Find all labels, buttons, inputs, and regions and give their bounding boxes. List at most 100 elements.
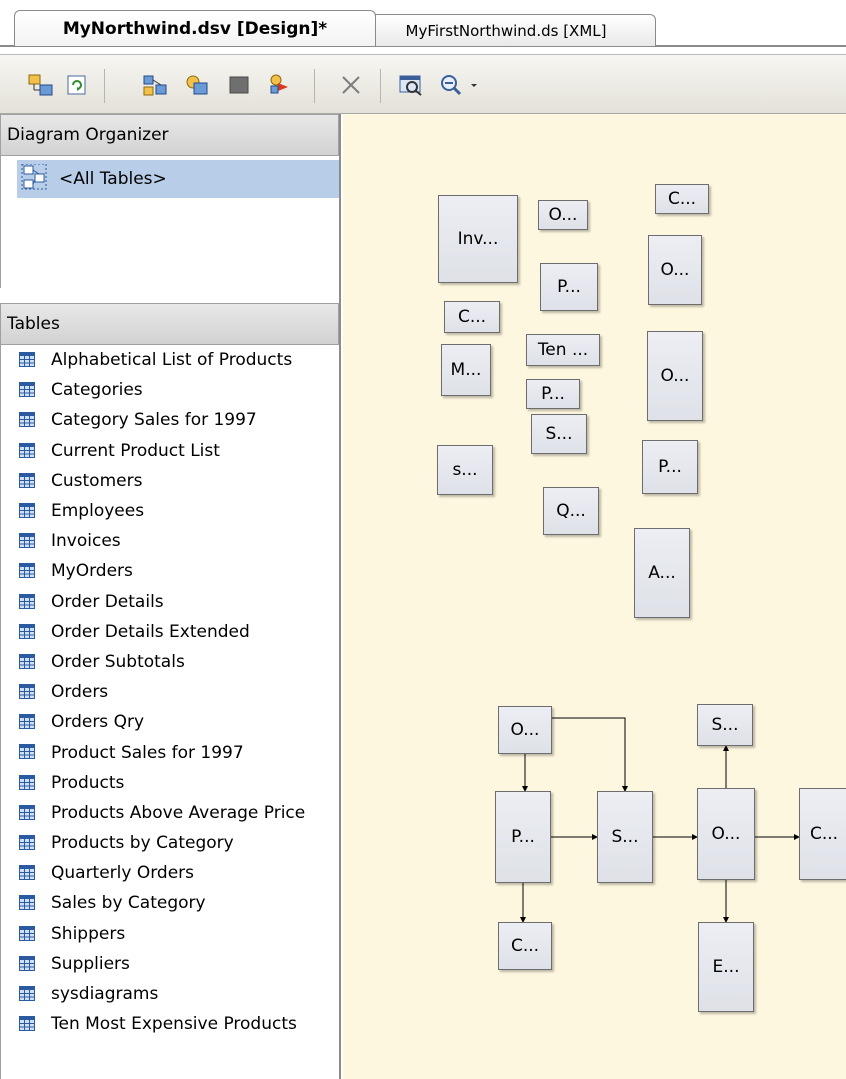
table-grid-icon <box>19 865 35 881</box>
refresh-icon[interactable] <box>62 70 92 100</box>
diagram-table-label: O... <box>711 824 741 844</box>
find-table-icon[interactable] <box>396 70 426 100</box>
diagram-table-p1[interactable]: P... <box>540 263 598 311</box>
diagram-table-label: P... <box>658 457 682 477</box>
diagram-table-p4[interactable]: P... <box>495 791 551 883</box>
diagram-item-label: <All Tables> <box>59 169 167 189</box>
diagram-table-c4[interactable]: C... <box>498 922 552 970</box>
table-list-item[interactable]: Sales by Category <box>1 888 339 918</box>
table-list-item-label: Current Product List <box>51 440 220 461</box>
new-relationship-icon[interactable] <box>224 70 254 100</box>
diagram-table-label: Inv... <box>457 229 499 249</box>
diagram-table-o1[interactable]: O... <box>538 200 588 230</box>
table-list-item-label: Product Sales for 1997 <box>51 742 244 763</box>
table-list-item[interactable]: sysdiagrams <box>1 979 339 1009</box>
table-grid-icon <box>19 533 35 549</box>
table-list-item-label: Alphabetical List of Products <box>51 350 293 371</box>
table-list-item[interactable]: Order Details <box>1 587 339 617</box>
table-list-item[interactable]: Suppliers <box>1 949 339 979</box>
diagram-table-c3[interactable]: C... <box>799 788 846 880</box>
table-list-item[interactable]: Customers <box>1 466 339 496</box>
table-list-item[interactable]: Current Product List <box>1 436 339 466</box>
diagram-table-o3[interactable]: O... <box>647 331 703 421</box>
table-list-item[interactable]: Ten Most Expensive Products <box>1 1009 339 1039</box>
diagram-table-a[interactable]: A... <box>634 528 690 618</box>
table-grid-icon <box>19 563 35 579</box>
table-list-item[interactable]: Quarterly Orders <box>1 858 339 888</box>
tab-design-view[interactable]: MyNorthwind.dsv [Design]* <box>14 10 376 46</box>
diagram-table-o5[interactable]: O... <box>697 788 755 880</box>
table-list-item[interactable]: Categories <box>1 375 339 405</box>
diagram-table-label: O... <box>548 205 578 225</box>
table-list-item-label: MyOrders <box>51 561 133 582</box>
table-list-item-label: Orders <box>51 682 109 703</box>
new-named-query-icon[interactable] <box>140 70 170 100</box>
table-list-item[interactable]: Products Above Average Price <box>1 798 339 828</box>
table-list-item-label: Categories <box>51 380 143 401</box>
diagram-table-s2[interactable]: s... <box>437 445 493 495</box>
diagram-table-label: P... <box>557 277 581 297</box>
diagram-table-p3[interactable]: P... <box>642 440 698 494</box>
table-list-item-label: Sales by Category <box>51 893 206 914</box>
table-list-item[interactable]: Products <box>1 768 339 798</box>
table-list-item[interactable]: Order Details Extended <box>1 617 339 647</box>
tables-list: Alphabetical List of Products Categories C… <box>0 345 339 1079</box>
table-list-item[interactable]: Products by Category <box>1 828 339 858</box>
table-list-item[interactable]: Alphabetical List of Products <box>1 345 339 375</box>
diagram-table-label: S... <box>545 424 573 444</box>
document-tab-strip: MyFirstNorthwind.ds [XML] MyNorthwind.ds… <box>0 0 846 54</box>
table-list-item[interactable]: Category Sales for 1997 <box>1 405 339 435</box>
diagram-table-label: C... <box>457 307 487 327</box>
tab-xml-view[interactable]: MyFirstNorthwind.ds [XML] <box>356 14 656 46</box>
toolbar-separator <box>380 69 381 103</box>
diagram-table-m[interactable]: M... <box>441 344 491 396</box>
table-list-item-label: Shippers <box>51 923 126 944</box>
zoom-dropdown-icon[interactable] <box>466 70 482 100</box>
diagram-table-o4[interactable]: O... <box>498 706 552 754</box>
diagram-table-label: S... <box>611 827 639 847</box>
diagram-table-q[interactable]: Q... <box>543 487 599 535</box>
table-list-item[interactable]: Invoices <box>1 526 339 556</box>
table-grid-icon <box>19 472 35 488</box>
table-list-item-label: Category Sales for 1997 <box>51 410 257 431</box>
relationship-line[interactable] <box>552 717 628 792</box>
table-list-item[interactable]: Orders <box>1 677 339 707</box>
table-list-item[interactable]: Employees <box>1 496 339 526</box>
table-list-item[interactable]: Shippers <box>1 919 339 949</box>
table-list-item[interactable]: Order Subtotals <box>1 647 339 677</box>
table-grid-icon <box>19 653 35 669</box>
diagram-organizer-title: Diagram Organizer <box>7 125 169 145</box>
diagram-table-label: E... <box>712 957 740 977</box>
table-grid-icon <box>19 442 35 458</box>
diagram-table-s4[interactable]: S... <box>597 791 653 883</box>
table-grid-icon <box>19 985 35 1001</box>
relationship-lines <box>520 717 800 923</box>
table-list-item[interactable]: Product Sales for 1997 <box>1 737 339 767</box>
delete-icon[interactable] <box>336 70 366 100</box>
diagram-table-p2[interactable]: P... <box>526 379 580 409</box>
diagram-table-label: A... <box>648 563 676 583</box>
diagram-table-inv[interactable]: Inv... <box>438 195 518 283</box>
replace-table-icon[interactable] <box>266 70 296 100</box>
table-list-item-label: Products Above Average Price <box>51 802 306 823</box>
diagram-table-s3[interactable]: S... <box>697 704 753 746</box>
diagram-table-ten[interactable]: Ten ... <box>526 334 600 366</box>
diagram-table-e[interactable]: E... <box>698 922 754 1012</box>
table-list-item[interactable]: Orders Qry <box>1 707 339 737</box>
diagram-item-all-tables[interactable]: <All Tables> <box>17 160 339 198</box>
diagram-canvas[interactable]: Inv... O... C... P... O... C... Ten ... M... P..… <box>343 114 846 1079</box>
add-remove-tables-icon[interactable] <box>26 70 56 100</box>
table-list-item-label: Products by Category <box>51 833 234 854</box>
diagram-table-label: M... <box>450 360 482 380</box>
diagram-table-c1[interactable]: C... <box>655 184 709 214</box>
zoom-icon[interactable] <box>436 70 466 100</box>
diagram-table-o2[interactable]: O... <box>648 235 702 305</box>
table-list-item[interactable]: MyOrders <box>1 556 339 586</box>
diagram-table-s1[interactable]: S... <box>531 414 587 454</box>
table-grid-icon <box>19 412 35 428</box>
diagram-table-c2[interactable]: C... <box>444 301 500 333</box>
new-named-calculation-icon[interactable] <box>182 70 212 100</box>
tables-title: Tables <box>7 314 60 334</box>
table-grid-icon <box>19 744 35 760</box>
table-list-item-label: Invoices <box>51 531 121 552</box>
